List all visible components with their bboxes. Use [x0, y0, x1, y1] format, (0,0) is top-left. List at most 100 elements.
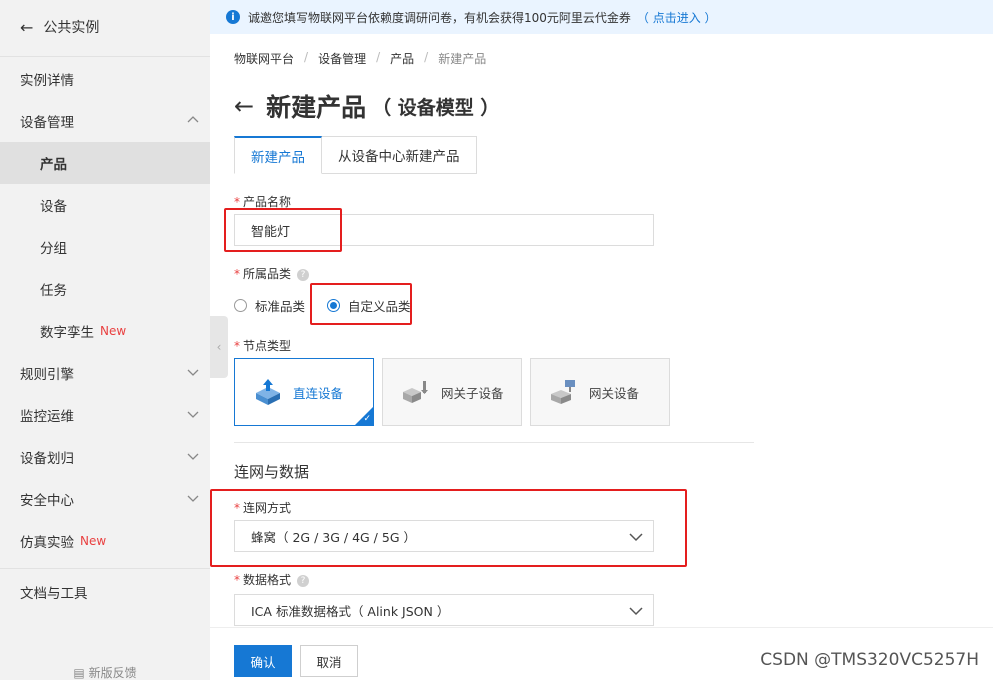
- survey-banner: i 诚邀您填写物联网平台依赖度调研问卷，有机会获得100元阿里云代金券 （ 点击…: [210, 0, 993, 34]
- arrow-left-icon: ←: [20, 17, 34, 37]
- sidebar-item-product[interactable]: 产品: [0, 142, 210, 184]
- sidebar-item-device[interactable]: 设备: [0, 184, 210, 226]
- tab-label: 新建产品: [251, 149, 305, 166]
- chevron-down-icon: [187, 411, 199, 418]
- check-icon: ✓: [363, 414, 371, 424]
- sidebar-divider: [0, 56, 210, 57]
- sidebar-item-digital-twin[interactable]: 数字孪生 New: [0, 310, 210, 352]
- breadcrumb-separator: /: [424, 50, 429, 64]
- sidebar-item-label: 任务: [40, 283, 67, 299]
- chevron-down-icon: [187, 453, 199, 460]
- feedback-label: 新版反馈: [88, 666, 137, 680]
- data-format-select[interactable]: ICA 标准数据格式（ Alink JSON ）: [234, 594, 654, 626]
- sidebar-item-label: 规则引擎: [20, 367, 74, 383]
- breadcrumb-item-iot-platform[interactable]: 物联网平台: [234, 50, 294, 67]
- data-format-label: * 数据格式?: [234, 571, 310, 588]
- direct-device-icon: [256, 379, 280, 405]
- back-to-instance[interactable]: ← 公共实例: [0, 0, 210, 54]
- chevron-up-icon: [187, 116, 199, 123]
- banner-text: 诚邀您填写物联网平台依赖度调研问卷，有机会获得100元阿里云代金券: [248, 10, 631, 25]
- radio-circle: [234, 299, 247, 312]
- select-value: ICA 标准数据格式（ Alink JSON ）: [251, 603, 450, 619]
- sidebar-item-docs-tools[interactable]: 文档与工具: [0, 571, 210, 613]
- gateway-device-icon: [551, 380, 575, 404]
- sidebar-item-label: 监控运维: [20, 409, 74, 425]
- breadcrumb-item-device-management[interactable]: 设备管理: [318, 50, 366, 67]
- sidebar-item-label: 仿真实验: [20, 535, 74, 551]
- sidebar-item-label: 设备划归: [20, 451, 74, 467]
- sidebar-collapse-handle[interactable]: ‹: [210, 316, 228, 378]
- sidebar-item-label: 安全中心: [20, 493, 74, 509]
- banner-link[interactable]: （ 点击进入 ）: [637, 9, 717, 26]
- radio-standard-category[interactable]: 标准品类: [234, 296, 305, 315]
- node-type-gateway-subdevice[interactable]: 网关子设备: [382, 358, 522, 426]
- back-arrow-icon[interactable]: ←: [234, 92, 254, 120]
- node-type-gateway-device[interactable]: 网关设备: [530, 358, 670, 426]
- button-label: 确认: [250, 654, 276, 670]
- required-mark: *: [234, 339, 240, 353]
- node-card-label: 网关子设备: [441, 385, 504, 401]
- sidebar-item-label: 分组: [40, 241, 67, 257]
- label-text: 所属品类: [243, 267, 292, 281]
- highlight-box: [224, 208, 342, 252]
- sidebar-item-group[interactable]: 分组: [0, 226, 210, 268]
- highlight-box: [210, 489, 687, 567]
- feedback-link[interactable]: ▤ 新版反馈: [0, 664, 210, 680]
- page-title: ← 新建产品 （ 设备模型 ）: [234, 88, 499, 124]
- cancel-button[interactable]: 取消: [300, 645, 358, 677]
- button-label: 取消: [316, 654, 342, 670]
- feedback-icon: ▤: [73, 666, 89, 680]
- new-badge: New: [100, 324, 127, 338]
- node-type-direct-device[interactable]: 直连设备 ✓: [234, 358, 374, 426]
- breadcrumb: 物联网平台 / 设备管理 / 产品 / 新建产品: [234, 50, 486, 67]
- chevron-down-icon: [629, 607, 643, 616]
- required-mark: *: [234, 195, 240, 209]
- required-mark: *: [234, 573, 240, 587]
- section-divider: [234, 442, 754, 443]
- breadcrumb-separator: /: [304, 50, 309, 64]
- node-type-label: * 节点类型: [234, 337, 291, 354]
- watermark: CSDN @TMS320VC5257H: [760, 650, 979, 670]
- tab-label: 从设备中心新建产品: [338, 149, 460, 165]
- confirm-button[interactable]: 确认: [234, 645, 292, 677]
- chevron-down-icon: [187, 369, 199, 376]
- sidebar-item-label: 产品: [40, 157, 67, 173]
- sidebar-divider: [0, 568, 210, 569]
- category-label: * 所属品类?: [234, 265, 310, 282]
- sidebar: ← 公共实例 实例详情 设备管理 产品 设备 分组 任务 数字孪生 New 规则…: [0, 0, 210, 680]
- radio-label: 标准品类: [255, 299, 306, 314]
- chevron-left-icon: ‹: [216, 340, 222, 354]
- label-text: 节点类型: [243, 339, 292, 353]
- page-title-sub: （ 设备模型 ）: [372, 96, 500, 119]
- back-label: 公共实例: [43, 20, 100, 36]
- sidebar-item-label: 设备: [40, 199, 67, 215]
- section-title: 连网与数据: [234, 463, 310, 481]
- tab-from-device-center[interactable]: 从设备中心新建产品: [322, 136, 477, 174]
- help-icon[interactable]: ?: [297, 268, 310, 281]
- sidebar-item-simulation[interactable]: 仿真实验 New: [0, 520, 210, 562]
- sidebar-item-device-assign[interactable]: 设备划归: [0, 436, 210, 478]
- info-icon: i: [226, 10, 240, 24]
- sidebar-item-label: 文档与工具: [20, 586, 88, 602]
- node-card-label: 直连设备: [293, 385, 344, 401]
- new-badge: New: [80, 534, 107, 548]
- sidebar-item-task[interactable]: 任务: [0, 268, 210, 310]
- sidebar-item-label: 实例详情: [20, 73, 74, 89]
- sidebar-item-instance-detail[interactable]: 实例详情: [0, 58, 210, 100]
- sidebar-item-label: 设备管理: [20, 115, 74, 131]
- app-root: ← 公共实例 实例详情 设备管理 产品 设备 分组 任务 数字孪生 New 规则…: [0, 0, 993, 680]
- breadcrumb-item-current: 新建产品: [438, 52, 487, 66]
- highlight-box: [310, 283, 412, 325]
- node-card-label: 网关设备: [589, 385, 640, 401]
- breadcrumb-item-product[interactable]: 产品: [390, 50, 414, 67]
- required-mark: *: [234, 267, 240, 281]
- tab-bar: 新建产品 从设备中心新建产品: [234, 136, 477, 174]
- tab-new-product[interactable]: 新建产品: [234, 136, 322, 174]
- sidebar-item-monitoring[interactable]: 监控运维: [0, 394, 210, 436]
- sidebar-item-rule-engine[interactable]: 规则引擎: [0, 352, 210, 394]
- label-text: 产品名称: [243, 195, 292, 209]
- chevron-down-icon: [187, 495, 199, 502]
- help-icon[interactable]: ?: [297, 574, 310, 587]
- sidebar-item-security[interactable]: 安全中心: [0, 478, 210, 520]
- sidebar-item-device-management[interactable]: 设备管理: [0, 100, 210, 142]
